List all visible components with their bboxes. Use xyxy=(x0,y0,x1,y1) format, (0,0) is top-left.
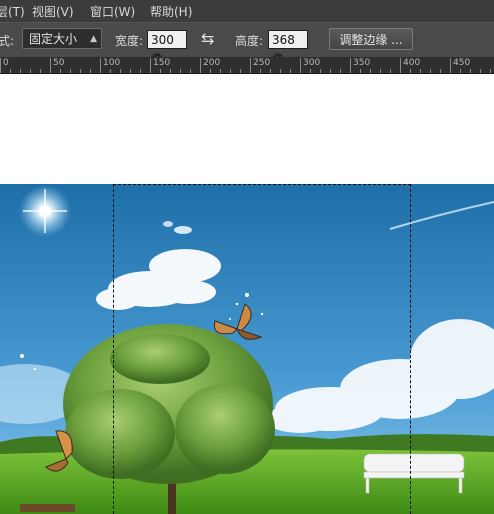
ruler-tick xyxy=(330,69,331,73)
ruler-label: 400 xyxy=(403,58,421,68)
width-input[interactable]: 300 像 xyxy=(147,30,187,66)
ruler-label: 450 xyxy=(453,58,471,68)
ruler-tick xyxy=(50,58,51,73)
refine-edge-button[interactable]: 调整边缘 ... xyxy=(329,28,413,50)
ruler-label: 0 xyxy=(3,58,9,68)
ruler-tick xyxy=(180,69,181,73)
ruler-tick xyxy=(390,69,391,73)
style-select[interactable]: 固定大小 ▲ xyxy=(22,28,102,49)
ruler-tick xyxy=(230,69,231,73)
menu-window[interactable]: 窗口(W) xyxy=(90,3,135,20)
ruler-tick xyxy=(20,69,21,73)
ruler-tick xyxy=(240,69,241,73)
ruler-tick xyxy=(160,69,161,73)
ruler-tick xyxy=(400,58,401,73)
menu-layer[interactable]: 层(T) xyxy=(0,3,25,20)
ruler-tick xyxy=(310,69,311,73)
updown-arrow-icon: ▲ xyxy=(90,34,97,44)
ruler-tick xyxy=(360,69,361,73)
ruler-tick xyxy=(190,69,191,73)
ruler-tick xyxy=(60,69,61,73)
ruler-tick xyxy=(30,69,31,73)
ruler-tick xyxy=(0,58,1,73)
ruler-tick xyxy=(320,69,321,73)
ruler-tick xyxy=(40,69,41,73)
ruler-tick xyxy=(380,69,381,73)
ruler-tick xyxy=(140,69,141,73)
ruler-tick xyxy=(300,58,301,73)
ruler-tick xyxy=(270,69,271,73)
ruler-tick xyxy=(150,58,151,73)
horizontal-ruler: 0 50 100 150 200 250 300 350 400 450 xyxy=(0,57,494,74)
height-input[interactable]: 368 像 xyxy=(268,30,308,66)
ruler-label: 300 xyxy=(303,58,321,68)
ruler-tick xyxy=(70,69,71,73)
ruler-tick xyxy=(350,58,351,73)
ruler-tick xyxy=(370,69,371,73)
ruler-tick xyxy=(80,69,81,73)
ruler-tick xyxy=(280,69,281,73)
menu-view[interactable]: 视图(V) xyxy=(32,3,74,20)
ruler-tick xyxy=(420,69,421,73)
ruler-tick xyxy=(260,69,261,73)
menu-help[interactable]: 帮助(H) xyxy=(150,3,192,20)
ruler-tick xyxy=(100,58,101,73)
ruler-tick xyxy=(170,69,171,73)
ruler-tick xyxy=(340,69,341,73)
swap-icon[interactable]: ⇆ xyxy=(201,29,214,48)
ruler-label: 350 xyxy=(353,58,371,68)
ruler-label: 200 xyxy=(203,58,221,68)
ruler-tick xyxy=(480,69,481,73)
ruler-tick xyxy=(410,69,411,73)
ruler-label: 150 xyxy=(153,58,171,68)
ruler-tick xyxy=(130,69,131,73)
ruler-tick xyxy=(120,69,121,73)
ruler-tick xyxy=(90,69,91,73)
ruler-tick xyxy=(450,58,451,73)
height-label: 高度: xyxy=(235,34,264,48)
ruler-tick xyxy=(290,69,291,73)
ruler-tick xyxy=(470,69,471,73)
ruler-tick xyxy=(490,69,491,73)
options-bar: 式: 固定大小 ▲ 宽度: 300 像 ⇆ 高度: 368 像 调整边缘 ... xyxy=(0,22,494,66)
ruler-tick xyxy=(440,69,441,73)
ruler-tick xyxy=(250,58,251,73)
ruler-tick xyxy=(220,69,221,73)
style-label: 式: xyxy=(0,34,15,48)
ruler-tick xyxy=(210,69,211,73)
ruler-tick xyxy=(430,69,431,73)
style-select-value: 固定大小 xyxy=(29,32,78,46)
menu-bar: 层(T) 视图(V) 窗口(W) 帮助(H) xyxy=(0,0,494,22)
ruler-label: 50 xyxy=(53,58,65,68)
ruler-tick xyxy=(110,69,111,73)
document-canvas[interactable] xyxy=(0,74,494,514)
marquee-selection[interactable] xyxy=(113,184,411,514)
ruler-tick xyxy=(200,58,201,73)
ruler-label: 100 xyxy=(103,58,121,68)
width-label: 宽度: xyxy=(115,34,144,48)
ruler-label: 250 xyxy=(253,58,271,68)
ruler-tick xyxy=(10,69,11,73)
ruler-tick xyxy=(460,69,461,73)
